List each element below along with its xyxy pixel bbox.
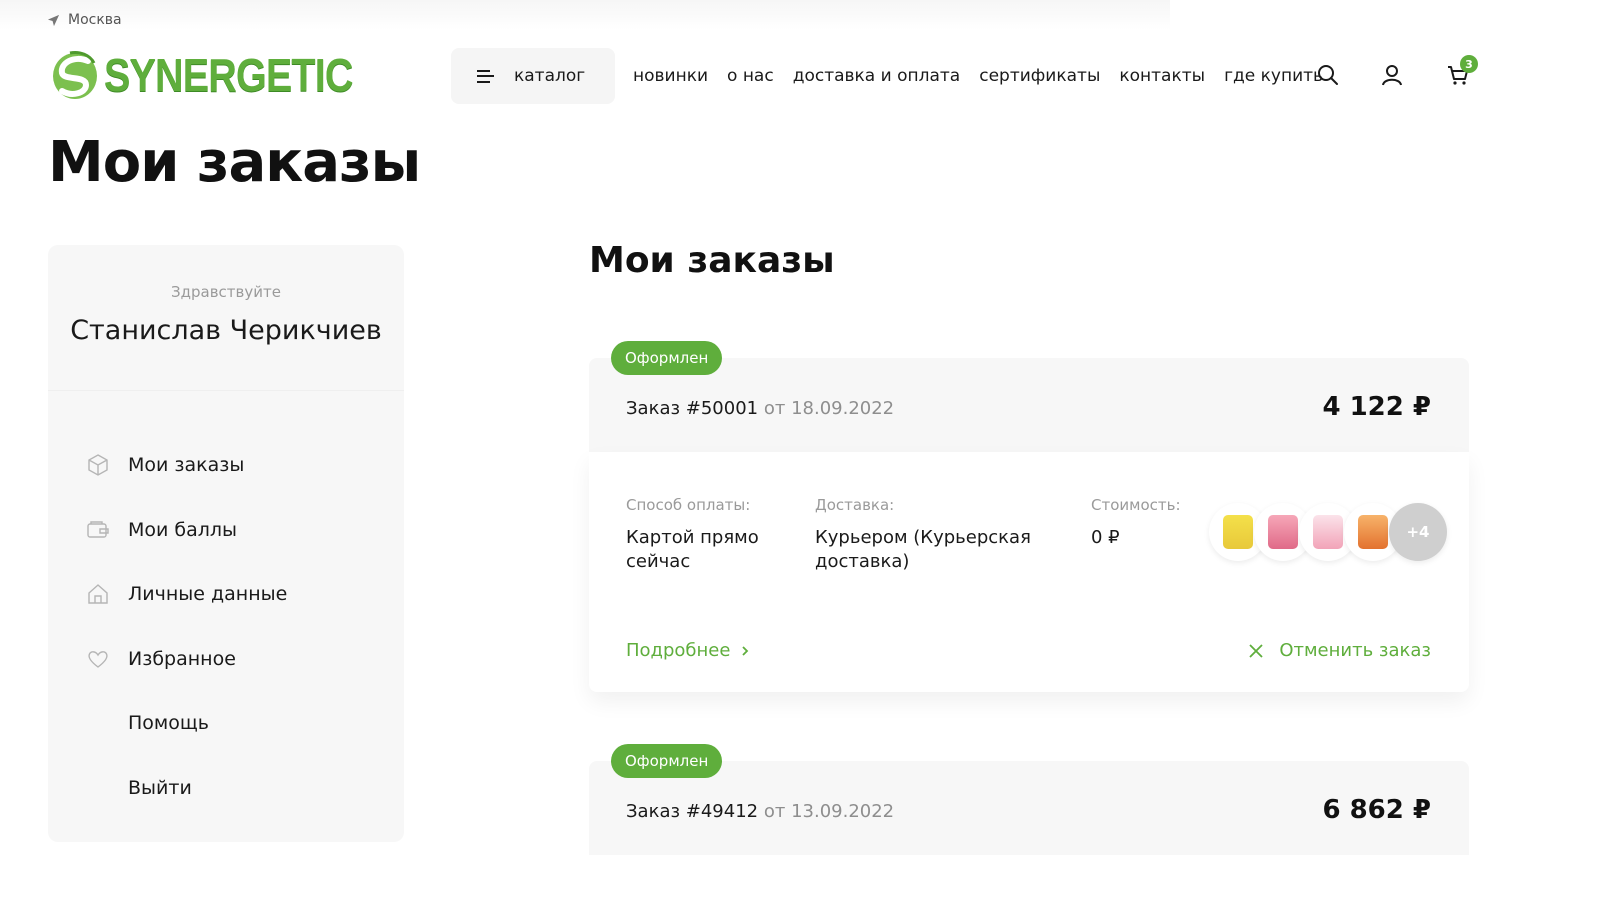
- product-image: [1358, 515, 1388, 549]
- sidebar-item-orders[interactable]: Мои заказы: [48, 433, 404, 498]
- order-header[interactable]: Оформлен Заказ #50001 от 18.09.2022 4 12…: [589, 341, 1469, 452]
- payment-value: Картой прямо сейчас: [626, 527, 759, 572]
- chevron-right-icon: [742, 645, 749, 656]
- city-label: Москва: [68, 12, 122, 28]
- main-nav: новинки о нас доставка и оплата сертифик…: [633, 66, 1323, 86]
- nav-item-where-to-buy[interactable]: где купить: [1224, 66, 1323, 86]
- order-total: 6 862 ₽: [1322, 795, 1431, 825]
- box-icon: [88, 454, 108, 477]
- product-image: [1313, 515, 1343, 549]
- order-number-text: Заказ #49412: [626, 801, 759, 822]
- nav-item-certificates[interactable]: сертификаты: [979, 66, 1100, 86]
- order-number: Заказ #50001 от 18.09.2022: [626, 398, 894, 419]
- order-number-text: Заказ #50001: [626, 398, 759, 419]
- order-product-thumbnails: +4: [1209, 503, 1447, 561]
- payment-label: Способ оплаты:: [626, 496, 751, 514]
- sidebar-item-logout[interactable]: Выйти: [48, 756, 404, 821]
- brand-logo[interactable]: SYNERGETIC: [50, 48, 393, 102]
- close-icon: [1249, 643, 1263, 658]
- sidebar-item-label: Выйти: [128, 776, 192, 799]
- order-date: от 18.09.2022: [763, 398, 895, 419]
- wallet-icon: [87, 521, 109, 538]
- nav-item-contacts[interactable]: контакты: [1119, 66, 1205, 86]
- nav-item-delivery[interactable]: доставка и оплата: [793, 66, 961, 86]
- sidebar-item-help[interactable]: Помощь: [48, 691, 404, 756]
- user-icon[interactable]: [1380, 63, 1404, 87]
- delivery-value: Курьером (Курьерская доставка): [815, 527, 1031, 572]
- topbar: [0, 0, 1170, 30]
- order-header[interactable]: Оформлен Заказ #49412 от 13.09.2022 6 86…: [589, 744, 1469, 855]
- greeting-text: Здравствуйте: [171, 283, 281, 301]
- city-selector[interactable]: Москва: [47, 12, 122, 28]
- sidebar-item-label: Мои баллы: [128, 518, 238, 541]
- nav-item-new[interactable]: новинки: [633, 66, 708, 86]
- cost-label: Стоимость:: [1091, 496, 1181, 514]
- product-image: [1268, 515, 1298, 549]
- product-image: [1223, 515, 1253, 549]
- cart-count-badge: 3: [1460, 55, 1478, 73]
- order-card: Оформлен Заказ #50001 от 18.09.2022 4 12…: [589, 341, 1469, 692]
- account-menu: Мои заказы Мои баллы Личные данные Избра…: [48, 391, 404, 820]
- order-card: Оформлен Заказ #49412 от 13.09.2022 6 86…: [589, 744, 1469, 855]
- status-badge: Оформлен: [611, 744, 723, 778]
- sidebar-item-label: Личные данные: [128, 583, 288, 606]
- order-number: Заказ #49412 от 13.09.2022: [626, 801, 894, 822]
- user-name: Станислав Черикчиев: [70, 315, 382, 346]
- orders-section-title: Мои заказы: [589, 240, 835, 281]
- nav-item-about[interactable]: о нас: [727, 66, 774, 86]
- order-details: Способ оплаты: Картой прямо сейчас Доста…: [589, 452, 1469, 692]
- leaf-logo-icon: [53, 51, 97, 99]
- payment-field: Способ оплаты: Картой прямо сейчас: [626, 496, 776, 574]
- brand-name: SYNERGETIC: [104, 49, 353, 101]
- status-badge: Оформлен: [611, 341, 723, 375]
- greeting-block: Здравствуйте Станислав Черикчиев: [48, 245, 404, 391]
- order-date: от 13.09.2022: [763, 801, 895, 822]
- menu-icon: [477, 69, 494, 83]
- sidebar-item-label: Помощь: [128, 712, 209, 735]
- sidebar-item-label: Мои заказы: [128, 454, 245, 477]
- cost-field: Стоимость: 0 ₽: [1091, 496, 1201, 550]
- more-products-badge[interactable]: +4: [1389, 503, 1447, 561]
- heart-icon: [88, 650, 108, 668]
- account-sidebar: Здравствуйте Станислав Черикчиев Мои зак…: [48, 245, 404, 842]
- delivery-label: Доставка:: [815, 496, 895, 514]
- delivery-field: Доставка: Курьером (Курьерская доставка): [815, 496, 1035, 574]
- cost-value: 0 ₽: [1091, 527, 1120, 548]
- order-details-link[interactable]: Подробнее: [626, 640, 750, 661]
- sidebar-item-personal-data[interactable]: Личные данные: [48, 562, 404, 627]
- details-link-label: Подробнее: [626, 640, 731, 661]
- home-icon: [88, 584, 108, 604]
- location-arrow-icon: [47, 14, 60, 26]
- page-title: Мои заказы: [48, 130, 421, 195]
- order-total: 4 122 ₽: [1322, 392, 1431, 422]
- search-icon[interactable]: [1316, 63, 1340, 87]
- catalog-button[interactable]: каталог: [451, 48, 615, 104]
- catalog-label: каталог: [514, 66, 586, 86]
- sidebar-item-label: Избранное: [128, 647, 236, 670]
- cancel-order-label: Отменить заказ: [1279, 640, 1431, 661]
- sidebar-item-favorites[interactable]: Избранное: [48, 627, 404, 692]
- cancel-order-button[interactable]: Отменить заказ: [1249, 640, 1431, 661]
- sidebar-item-points[interactable]: Мои баллы: [48, 498, 404, 563]
